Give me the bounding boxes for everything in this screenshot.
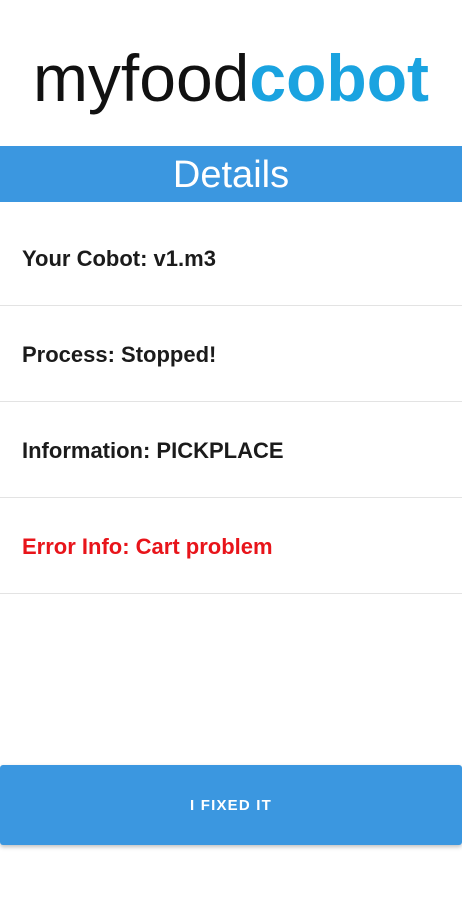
page-title: Details [172, 154, 290, 196]
detail-row-information: Information: PICKPLACE [0, 403, 462, 498]
error-info-text: Error Info: Cart problem [22, 534, 273, 559]
cobot-version-text: Your Cobot: v1.m3 [22, 246, 216, 271]
app-logo: myfoodcobot [0, 38, 462, 118]
logo-text-cobot: cobot [249, 41, 430, 115]
process-status-text: Process: Stopped! [22, 342, 217, 367]
detail-row-cobot: Your Cobot: v1.m3 [0, 211, 462, 306]
i-fixed-it-button[interactable]: I FIXED IT [0, 765, 462, 845]
logo-text-myfood: myfood [32, 41, 250, 115]
detail-row-error: Error Info: Cart problem [0, 499, 462, 594]
details-screen: myfoodcobot Details Your Cobot: v1.m3 Pr… [0, 0, 462, 900]
detail-row-process: Process: Stopped! [0, 307, 462, 402]
page-title-bar: Details [0, 146, 462, 202]
information-text: Information: PICKPLACE [22, 438, 284, 463]
